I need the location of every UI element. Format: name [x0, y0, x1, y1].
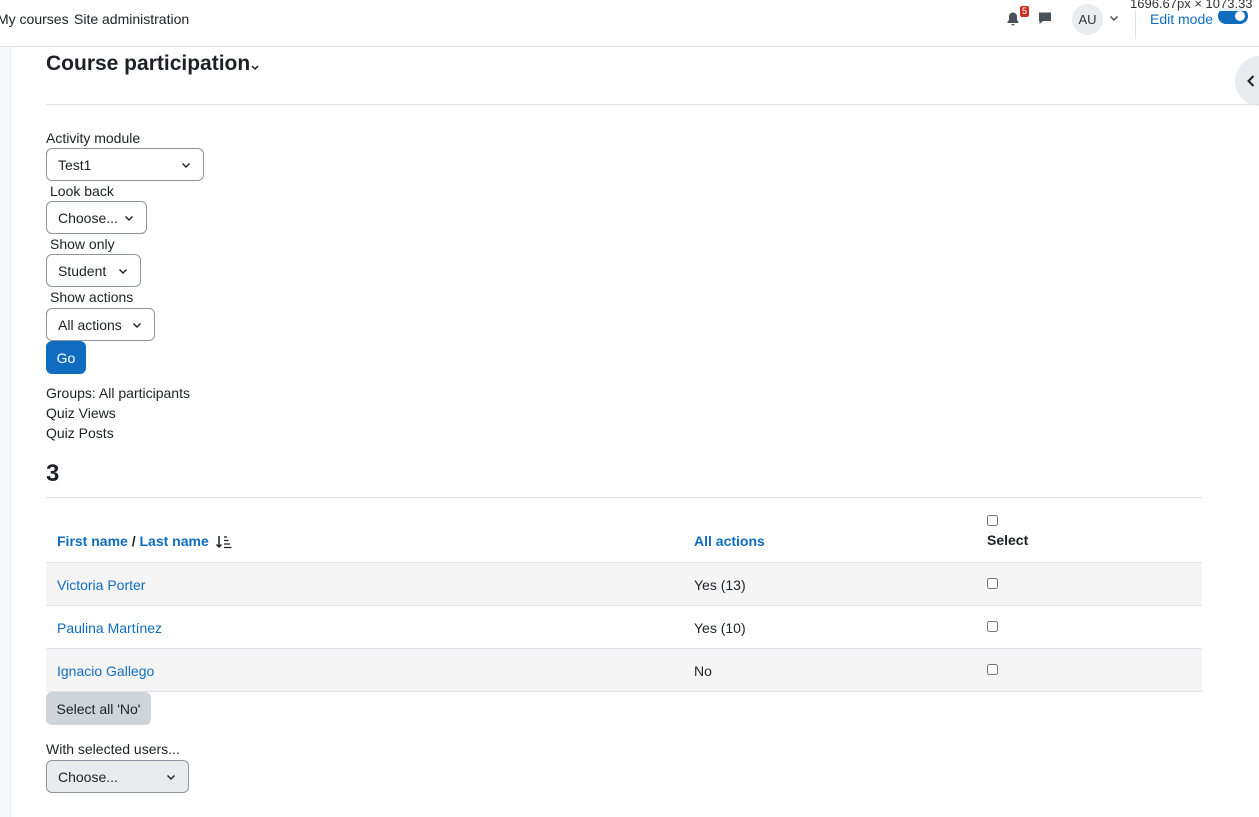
chevron-left-icon	[1245, 74, 1257, 88]
select-value: Test1	[58, 156, 92, 173]
row-select-checkbox[interactable]	[987, 576, 998, 592]
participant-actions: Yes (10)	[694, 620, 746, 636]
go-button[interactable]: Go	[46, 341, 86, 374]
show-actions-select[interactable]: All actions	[46, 308, 155, 341]
notification-badge: 5	[1020, 6, 1030, 17]
nav-divider	[1135, 8, 1136, 39]
participant-actions: No	[694, 663, 712, 679]
chevron-down-icon	[118, 266, 128, 276]
chevron-down-icon[interactable]	[1109, 13, 1119, 23]
chevron-down-icon	[166, 772, 176, 782]
show-only-select[interactable]: Student	[46, 254, 141, 287]
select-value: Student	[58, 262, 107, 279]
look-back-label: Look back	[50, 183, 114, 199]
left-drawer-strip	[0, 47, 11, 817]
divider	[46, 104, 1259, 105]
sort-ascending-icon	[215, 535, 232, 549]
bell-icon[interactable]	[1005, 11, 1021, 27]
chevron-down-icon	[124, 213, 134, 223]
table-row: Victoria Porter Yes (13)	[46, 563, 1202, 606]
activity-module-label: Activity module	[46, 130, 141, 146]
activity-module-select[interactable]: Test1	[46, 148, 204, 181]
user-avatar[interactable]: AU	[1072, 4, 1103, 35]
groups-info: Groups: All participants	[46, 385, 190, 401]
divider	[46, 497, 1202, 498]
message-icon[interactable]	[1037, 10, 1053, 26]
select-column-header: Select	[987, 532, 1029, 548]
page-title[interactable]: Course participation	[46, 52, 250, 76]
sort-first-name-link[interactable]: First name	[57, 533, 128, 549]
participant-actions: Yes (13)	[694, 577, 746, 593]
show-actions-label: Show actions	[50, 289, 134, 305]
nav-site-administration[interactable]: Site administration	[74, 11, 189, 27]
select-value: Choose...	[58, 768, 118, 785]
participant-name-link[interactable]: Ignacio Gallego	[57, 663, 154, 679]
show-only-label: Show only	[50, 236, 115, 252]
quiz-posts-info: Quiz Posts	[46, 425, 114, 441]
quiz-views-info: Quiz Views	[46, 405, 116, 421]
with-selected-label: With selected users...	[46, 741, 180, 757]
nav-my-courses[interactable]: My courses	[0, 11, 69, 27]
participant-name-link[interactable]: Victoria Porter	[57, 577, 145, 593]
table-row: Ignacio Gallego No	[46, 649, 1202, 692]
select-value: Choose...	[58, 209, 118, 226]
select-value: All actions	[58, 316, 122, 333]
participant-count: 3	[46, 460, 60, 487]
chevron-down-icon	[132, 320, 142, 330]
table-row: Paulina Martínez Yes (10)	[46, 606, 1202, 649]
all-actions-column-header[interactable]: All actions	[694, 533, 765, 549]
dimension-readout: 1696.67px × 1073.33	[1128, 0, 1255, 11]
chevron-down-icon[interactable]	[250, 62, 260, 72]
row-select-checkbox[interactable]	[987, 619, 998, 635]
top-navbar: My courses Site administration 5 AU Edit…	[0, 0, 1259, 47]
row-select-checkbox[interactable]	[987, 662, 998, 678]
participant-name-link[interactable]: Paulina Martínez	[57, 620, 162, 636]
with-selected-select[interactable]: Choose...	[46, 760, 189, 793]
name-column-header: First name / Last name	[57, 533, 232, 549]
sort-last-name-link[interactable]: Last name	[139, 533, 208, 549]
look-back-select[interactable]: Choose...	[46, 201, 147, 234]
header-separator: /	[127, 533, 140, 549]
drawer-toggle-button[interactable]	[1235, 56, 1259, 106]
select-all-checkbox[interactable]	[987, 513, 998, 529]
edit-mode-label[interactable]: Edit mode	[1150, 11, 1213, 27]
chevron-down-icon	[181, 160, 191, 170]
select-all-no-button[interactable]: Select all 'No'	[46, 692, 151, 725]
